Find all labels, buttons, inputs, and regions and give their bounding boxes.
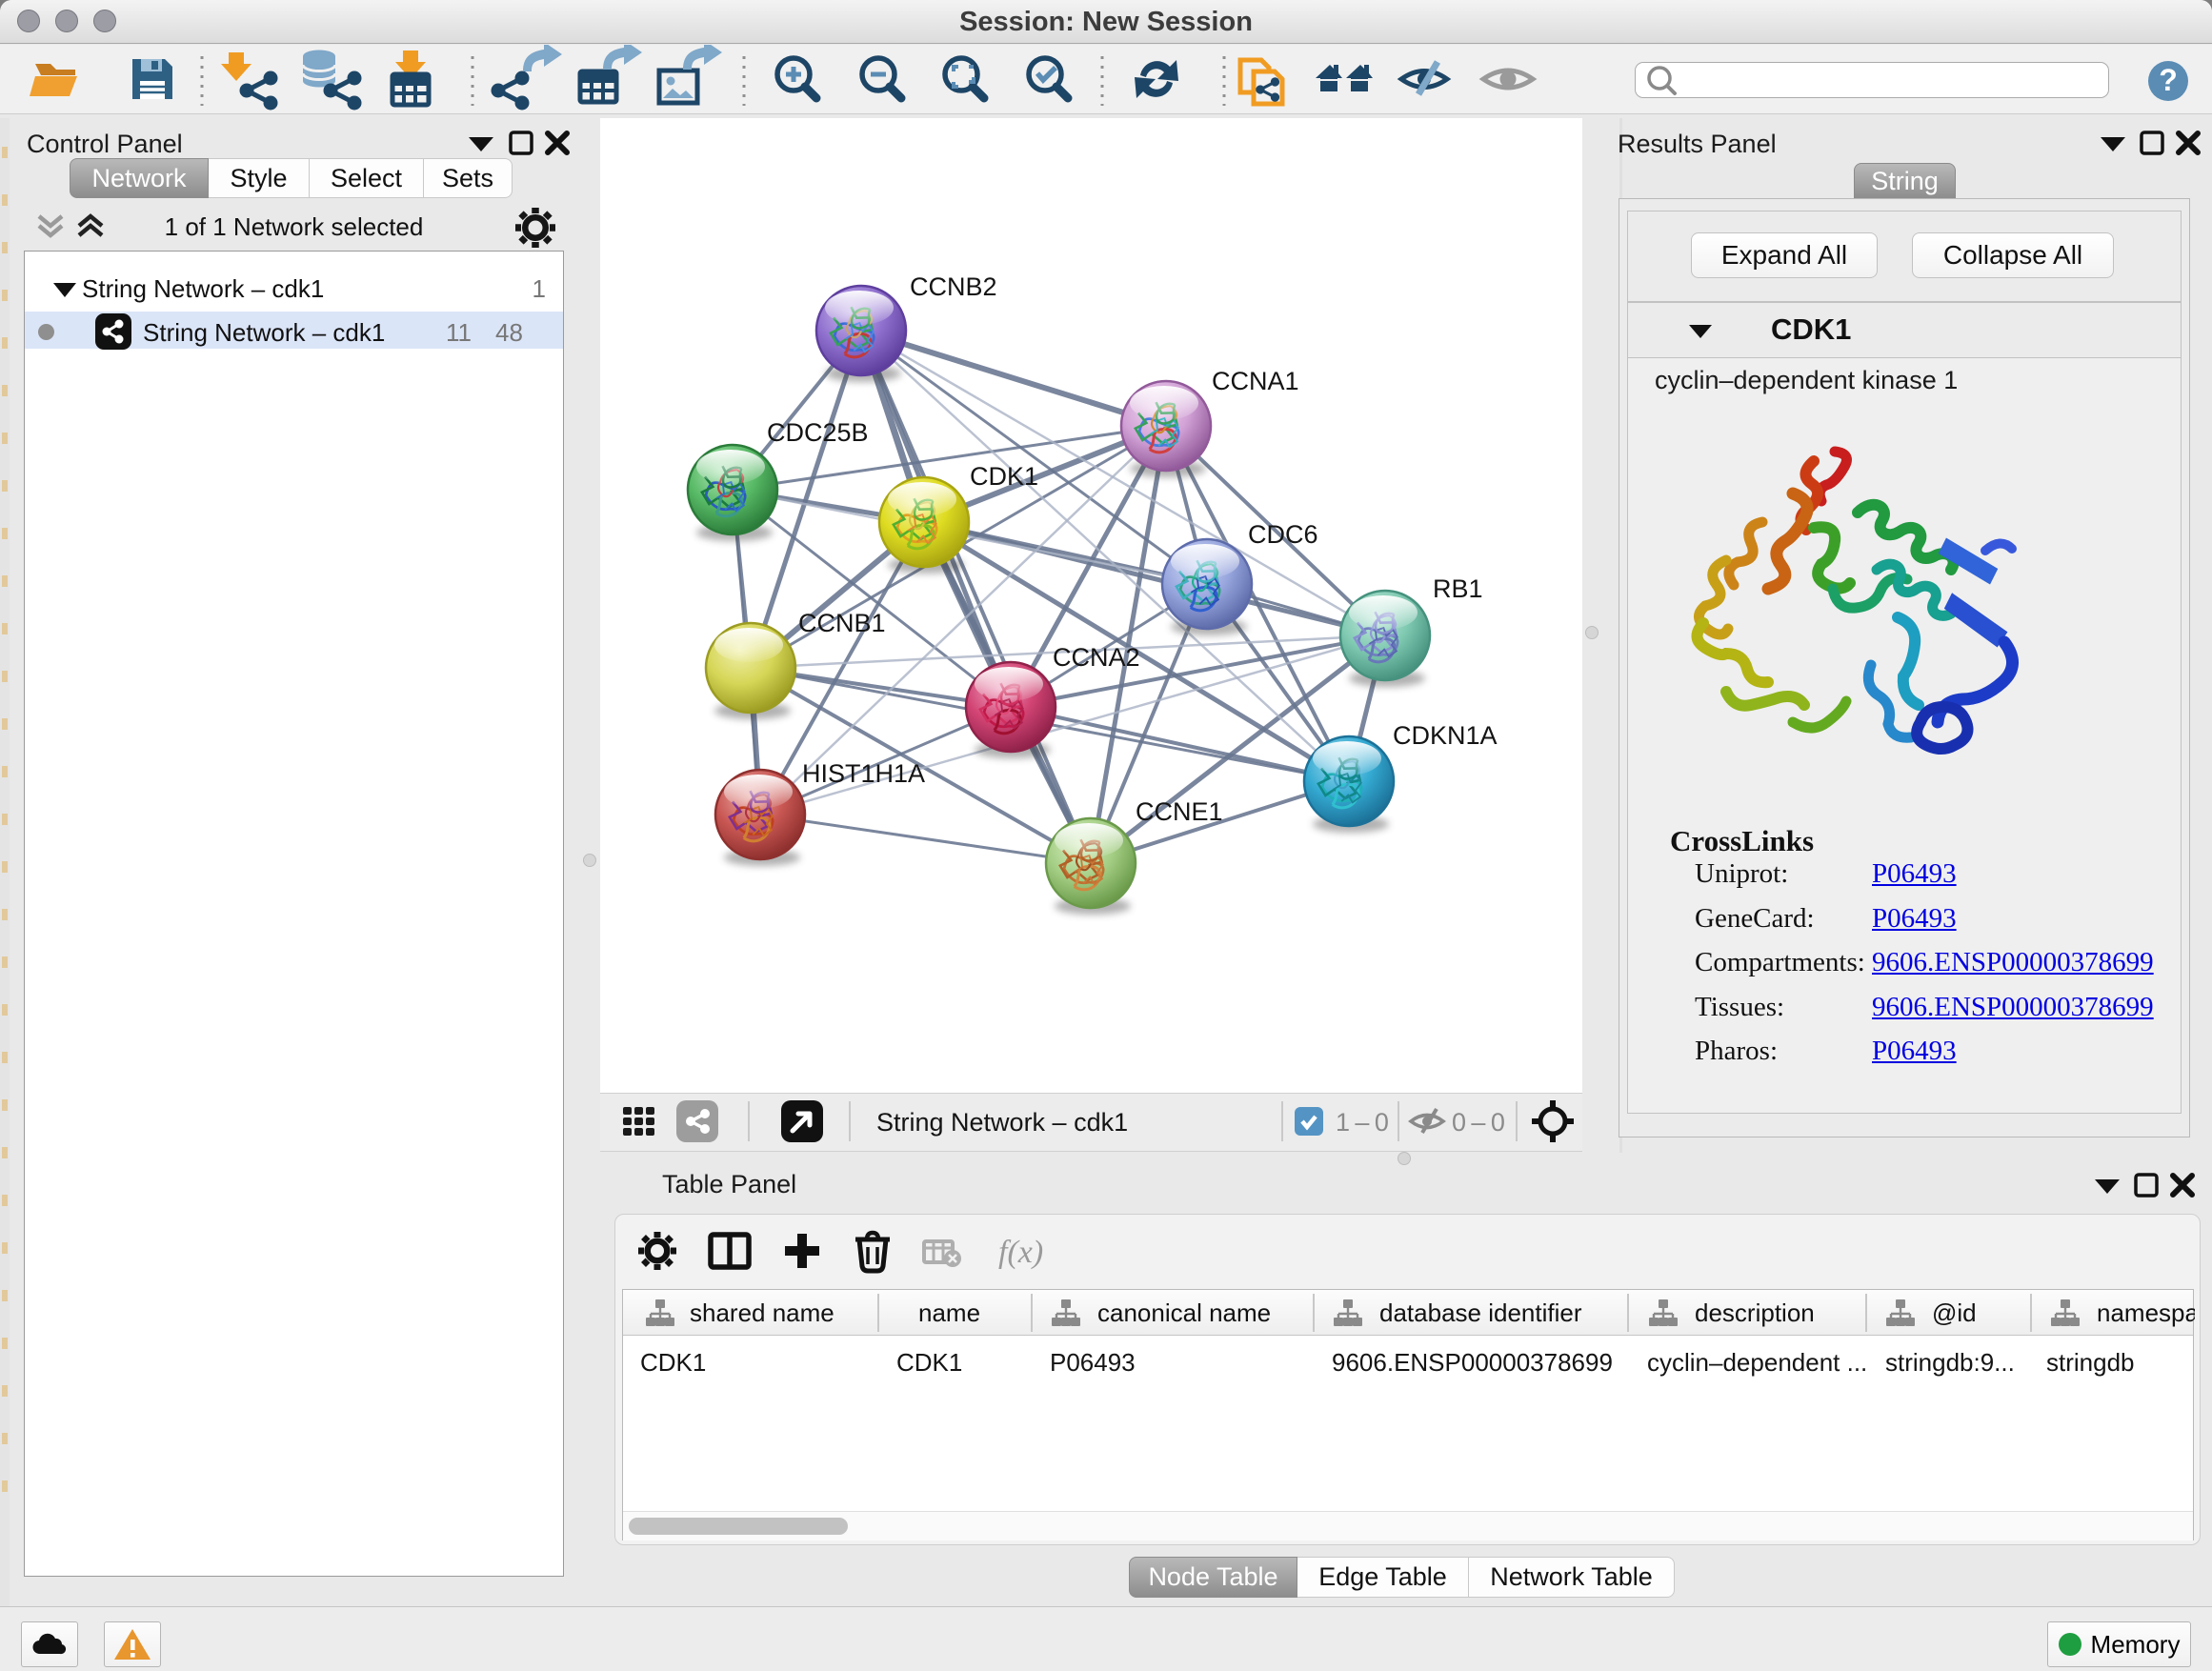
svg-text:canonical name: canonical name	[1097, 1299, 1271, 1327]
svg-text:@id: @id	[1932, 1299, 1977, 1327]
svg-text:CCNA1: CCNA1	[1212, 367, 1299, 395]
svg-text:CCNB1: CCNB1	[798, 609, 886, 637]
svg-text:CCNA2: CCNA2	[1053, 643, 1140, 672]
svg-text:0 – 0: 0 – 0	[1452, 1108, 1505, 1137]
svg-text:name: name	[918, 1299, 980, 1327]
svg-text:stringdb: stringdb	[2046, 1348, 2135, 1377]
svg-text:CDK1: CDK1	[896, 1348, 962, 1377]
svg-text:CCNE1: CCNE1	[1136, 797, 1223, 826]
svg-text:String Network – cdk1: String Network – cdk1	[876, 1108, 1128, 1137]
svg-text:CCNB2: CCNB2	[910, 272, 997, 301]
svg-text:CDKN1A: CDKN1A	[1393, 721, 1498, 750]
svg-text:database identifier: database identifier	[1379, 1299, 1582, 1327]
svg-text:CDC6: CDC6	[1248, 520, 1318, 549]
svg-text:CDK1: CDK1	[640, 1348, 706, 1377]
svg-text:namespac: namespac	[2097, 1299, 2195, 1327]
svg-text:stringdb:9...: stringdb:9...	[1885, 1348, 2015, 1377]
svg-text:description: description	[1695, 1299, 1815, 1327]
svg-text:CDC25B: CDC25B	[767, 418, 869, 447]
svg-text:cyclin–dependent ...: cyclin–dependent ...	[1647, 1348, 1867, 1377]
svg-text:P06493: P06493	[1050, 1348, 1136, 1377]
svg-text:CDK1: CDK1	[970, 462, 1038, 491]
svg-text:1 – 0: 1 – 0	[1336, 1108, 1389, 1137]
svg-text:f(x): f(x)	[998, 1235, 1043, 1270]
svg-text:RB1: RB1	[1433, 574, 1483, 603]
svg-text:HIST1H1A: HIST1H1A	[802, 759, 925, 788]
svg-text:9606.ENSP00000378699: 9606.ENSP00000378699	[1332, 1348, 1613, 1377]
svg-text:shared name: shared name	[690, 1299, 835, 1327]
svg-text:?: ?	[2159, 63, 2178, 97]
